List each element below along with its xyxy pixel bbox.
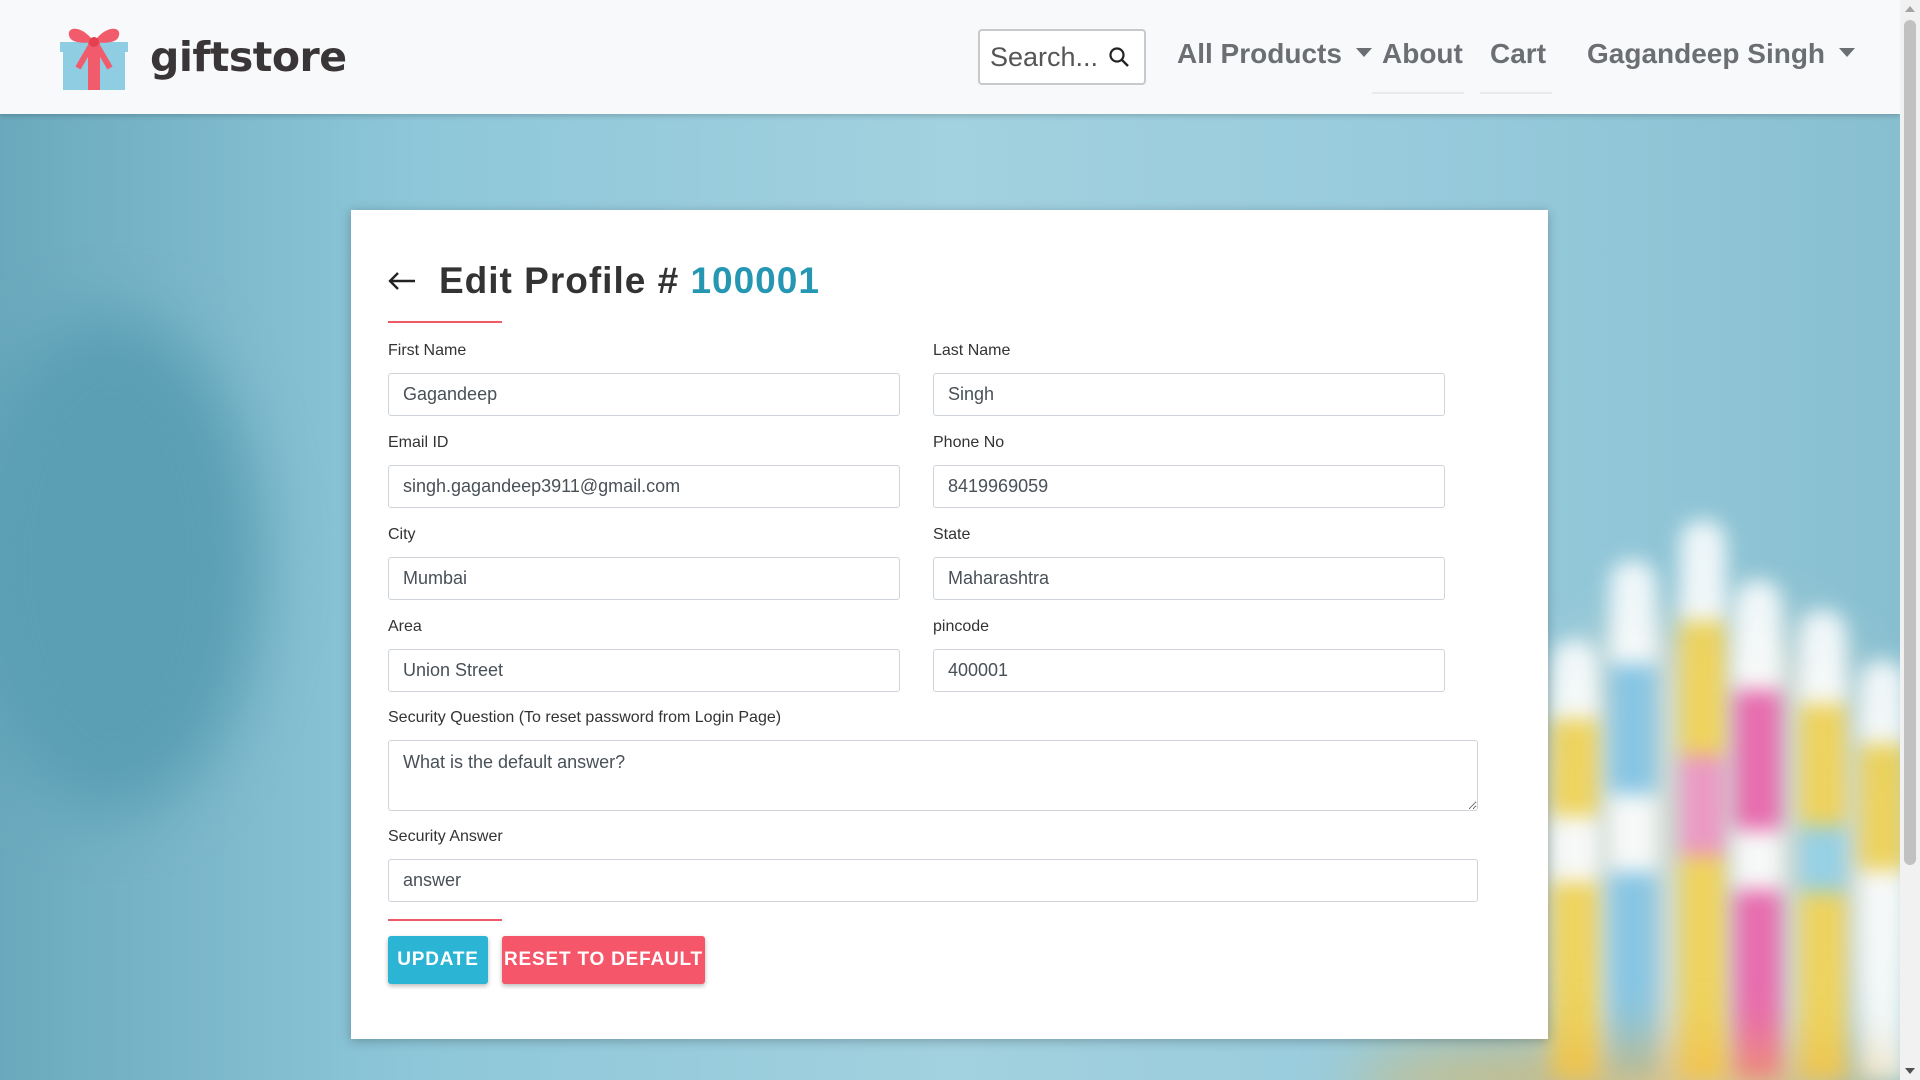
- security-answer-input[interactable]: [388, 859, 1478, 902]
- back-arrow-icon[interactable]: [387, 269, 417, 293]
- scroll-down-icon[interactable]: [1905, 1068, 1915, 1074]
- email-label: Email ID: [388, 434, 449, 451]
- phone-label: Phone No: [933, 434, 1005, 451]
- search-icon[interactable]: [1108, 46, 1130, 68]
- first-name-label: First Name: [388, 342, 467, 359]
- title-divider: [388, 321, 502, 323]
- brand-logo[interactable]: giftstore: [60, 22, 347, 92]
- page-scrollbar[interactable]: [1900, 0, 1920, 1080]
- security-question-input[interactable]: What is the default answer?: [388, 740, 1478, 811]
- area-input[interactable]: [388, 649, 900, 692]
- last-name-input[interactable]: [933, 373, 1445, 416]
- city-label: City: [388, 526, 416, 543]
- pincode-input[interactable]: [933, 649, 1445, 692]
- last-name-label: Last Name: [933, 342, 1011, 359]
- nav-all-products[interactable]: All Products: [1177, 38, 1372, 70]
- pincode-label: pincode: [933, 618, 990, 635]
- update-button[interactable]: UPDATE: [388, 936, 488, 984]
- city-input[interactable]: [388, 557, 900, 600]
- first-name-input[interactable]: [388, 373, 900, 416]
- gift-logo-icon: [60, 28, 128, 90]
- profile-id: 100001: [690, 260, 820, 301]
- chevron-down-icon: [1355, 48, 1372, 58]
- state-input[interactable]: [933, 557, 1445, 600]
- navbar: giftstore All Products About Cart Gagand…: [0, 0, 1900, 114]
- form-divider: [388, 919, 502, 921]
- nav-cart[interactable]: Cart: [1490, 38, 1546, 70]
- edit-profile-card: Edit Profile # 100001 First Name Last Na…: [351, 210, 1548, 1039]
- email-input[interactable]: [388, 465, 900, 508]
- chevron-down-icon: [1839, 48, 1856, 58]
- page-heading: Edit Profile # 100001: [387, 260, 820, 302]
- scroll-up-icon[interactable]: [1905, 6, 1915, 12]
- brand-name: giftstore: [150, 33, 347, 81]
- search-input[interactable]: [990, 41, 1108, 73]
- area-label: Area: [388, 618, 422, 635]
- user-name: Gagandeep Singh: [1587, 38, 1826, 69]
- security-question-label: Security Question (To reset password fro…: [388, 709, 782, 726]
- nav-user-menu[interactable]: Gagandeep Singh: [1587, 38, 1856, 70]
- page-title: Edit Profile # 100001: [439, 260, 820, 302]
- security-answer-label: Security Answer: [388, 828, 503, 845]
- nav-divider: [1480, 92, 1552, 94]
- nav-divider: [1372, 92, 1464, 94]
- search-box: [978, 29, 1146, 85]
- phone-input[interactable]: [933, 465, 1445, 508]
- reset-to-default-button[interactable]: RESET TO DEFAULT: [502, 936, 705, 984]
- nav-about[interactable]: About: [1382, 38, 1463, 70]
- state-label: State: [933, 526, 971, 543]
- nav-all-products-label: All Products: [1177, 38, 1342, 69]
- page-title-text: Edit Profile #: [439, 260, 680, 301]
- scrollbar-thumb[interactable]: [1904, 20, 1916, 865]
